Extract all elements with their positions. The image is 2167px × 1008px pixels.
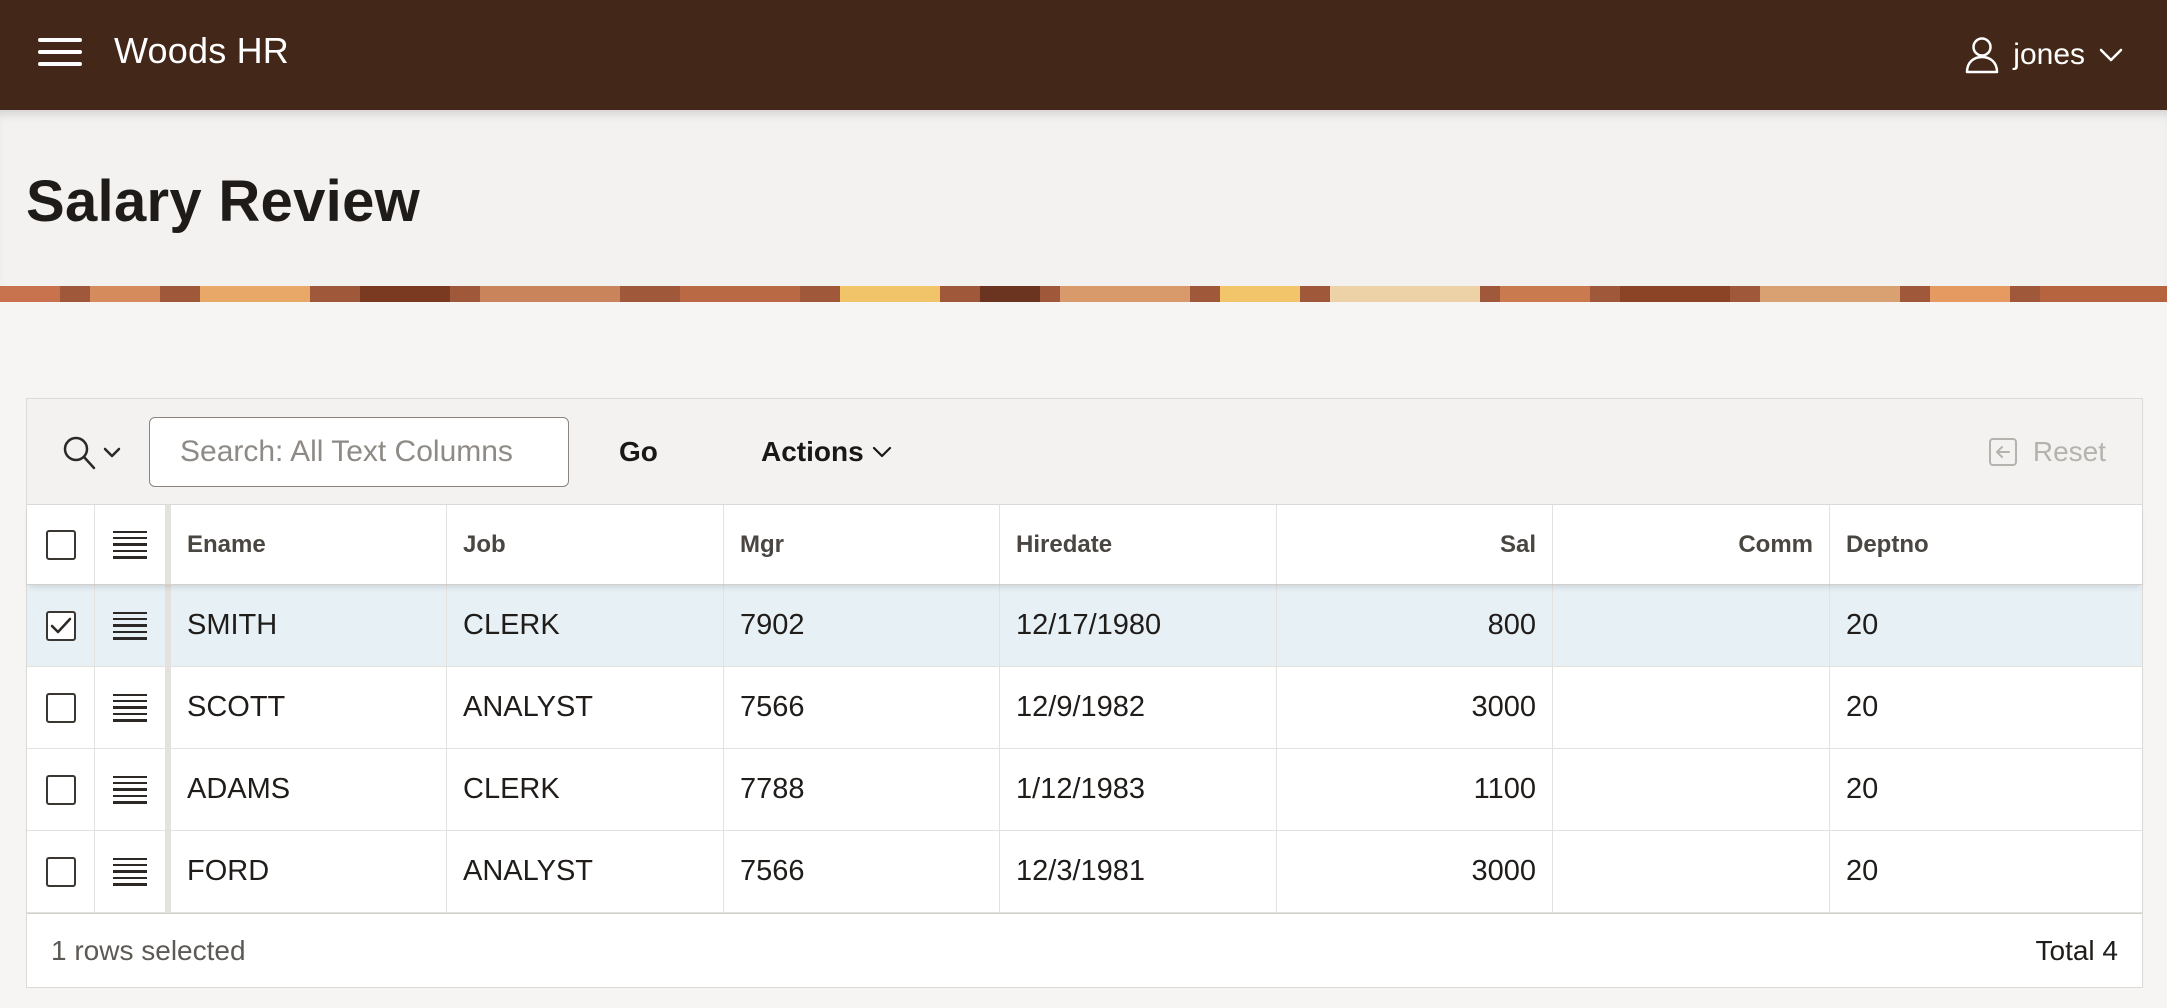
row-checkbox[interactable] [45,774,76,805]
search-input[interactable] [149,417,569,487]
reset-label: Reset [2032,436,2106,467]
cell-mgr: 7566 [724,831,1000,912]
cell-job: CLERK [447,749,724,830]
cell-hiredate: 12/3/1981 [1000,831,1277,912]
row-select-cell [27,831,95,912]
search-icon [63,436,121,470]
row-menu-icon[interactable] [113,775,147,804]
cell-sal: 3000 [1277,667,1553,748]
cell-comm [1553,667,1830,748]
column-menu-icon[interactable] [113,530,147,559]
interactive-report: Go Actions Reset Ename Job Mgr [26,398,2143,988]
column-header-ename[interactable]: Ename [171,505,447,584]
cell-job: CLERK [447,585,724,666]
chevron-down-icon [872,446,891,458]
actions-label: Actions [761,436,864,467]
cell-ename: ADAMS [171,749,447,830]
hamburger-menu-icon[interactable] [38,38,86,72]
username-label: jones [2013,38,2085,71]
row-actions-cell [95,667,171,748]
report-toolbar: Go Actions Reset [27,399,2142,505]
cell-comm [1553,749,1830,830]
page-title: Salary Review [26,169,421,234]
column-header-deptno[interactable]: Deptno [1830,505,2120,584]
reset-button[interactable]: Reset [1971,423,2122,481]
row-select-cell [27,749,95,830]
select-all-cell [27,505,95,584]
reset-icon [1988,438,2017,466]
cell-mgr: 7788 [724,749,1000,830]
cell-sal: 1100 [1277,749,1553,830]
table-row[interactable]: ADAMS CLERK 7788 1/12/1983 1100 20 [27,749,2142,831]
cell-sal: 800 [1277,585,1553,666]
table-row[interactable]: SMITH CLERK 7902 12/17/1980 800 20 [27,585,2142,667]
cell-ename: SCOTT [171,667,447,748]
top-navigation-bar: Woods HR jones [0,0,2167,110]
actions-menu-button[interactable]: Actions [743,423,910,481]
user-menu[interactable]: jones [1965,28,2123,82]
row-actions-cell [95,831,171,912]
cell-deptno: 20 [1846,855,1879,887]
cell-sal: 3000 [1277,831,1553,912]
search-column-selector[interactable] [61,435,125,471]
app-title[interactable]: Woods HR [114,30,289,72]
rows-selected-count: 1 rows selected [51,934,246,966]
cell-ename: FORD [171,831,447,912]
cell-comm [1553,585,1830,666]
report-grid: Ename Job Mgr Hiredate Sal Comm Deptno S… [27,505,2142,913]
column-header-sal[interactable]: Sal [1277,505,1553,584]
row-select-cell [27,585,95,666]
column-header-mgr[interactable]: Mgr [724,505,1000,584]
user-icon [1966,37,1999,74]
column-header-hiredate[interactable]: Hiredate [1000,505,1277,584]
select-all-checkbox[interactable] [45,529,76,560]
cell-deptno: 20 [1846,609,1879,641]
row-checkbox[interactable] [45,856,76,887]
cell-ename: SMITH [171,585,447,666]
row-checkbox-checked[interactable] [45,610,76,641]
checkmark-icon [50,617,71,633]
row-select-cell [27,667,95,748]
cell-mgr: 7566 [724,667,1000,748]
cell-deptno: 20 [1846,773,1879,805]
row-actions-cell [95,749,171,830]
table-row[interactable]: SCOTT ANALYST 7566 12/9/1982 3000 20 [27,667,2142,749]
cell-hiredate: 12/9/1982 [1000,667,1277,748]
page-title-region: Salary Review [0,110,2167,286]
row-menu-icon[interactable] [113,693,147,722]
cell-hiredate: 12/17/1980 [1000,585,1277,666]
report-footer: 1 rows selected Total 4 [27,913,2142,987]
cell-deptno: 20 [1846,691,1879,723]
grid-header-row: Ename Job Mgr Hiredate Sal Comm Deptno [27,505,2142,585]
cell-mgr: 7902 [724,585,1000,666]
column-header-job[interactable]: Job [447,505,724,584]
row-checkbox[interactable] [45,692,76,723]
go-button[interactable]: Go [601,423,676,481]
chevron-down-icon [2099,48,2123,62]
cell-job: ANALYST [447,831,724,912]
total-count: Total 4 [2035,934,2119,966]
row-menu-icon[interactable] [113,611,147,640]
decorative-pattern-banner [0,286,2167,302]
row-actions-cell [95,585,171,666]
table-row[interactable]: FORD ANALYST 7566 12/3/1981 3000 20 [27,831,2142,913]
column-header-comm[interactable]: Comm [1553,505,1830,584]
cell-job: ANALYST [447,667,724,748]
cell-hiredate: 1/12/1983 [1000,749,1277,830]
cell-comm [1553,831,1830,912]
header-actions-cell [95,505,171,584]
row-menu-icon[interactable] [113,857,147,886]
